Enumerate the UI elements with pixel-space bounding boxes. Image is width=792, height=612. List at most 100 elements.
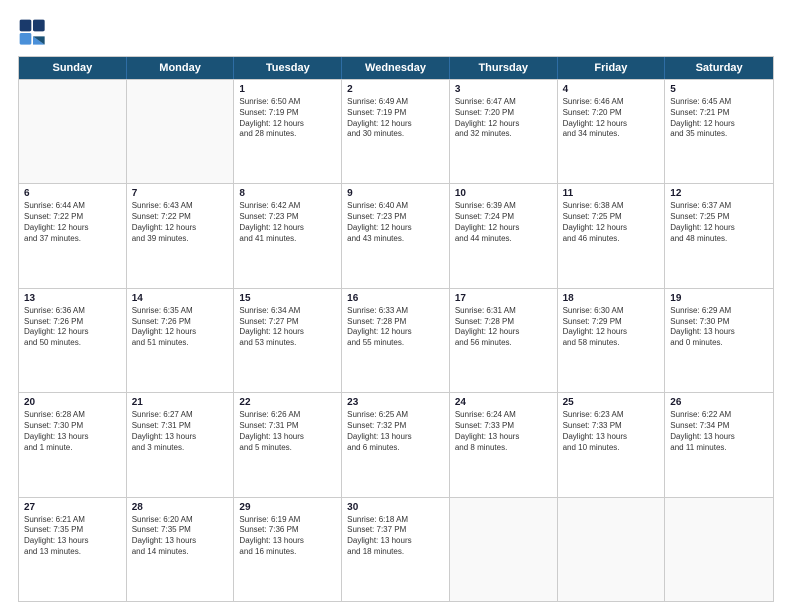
day-info: Sunrise: 6:37 AM Sunset: 7:25 PM Dayligh… bbox=[670, 201, 768, 244]
day-number: 26 bbox=[670, 397, 768, 408]
page: SundayMondayTuesdayWednesdayThursdayFrid… bbox=[0, 0, 792, 612]
day-number: 3 bbox=[455, 84, 552, 95]
day-header-thursday: Thursday bbox=[450, 57, 558, 79]
day-cell-14: 14 Sunrise: 6:35 AM Sunset: 7:26 PM Dayli… bbox=[127, 289, 235, 392]
empty-cell bbox=[665, 498, 773, 601]
day-cell-3: 3 Sunrise: 6:47 AM Sunset: 7:20 PM Daylig… bbox=[450, 80, 558, 183]
day-info: Sunrise: 6:40 AM Sunset: 7:23 PM Dayligh… bbox=[347, 201, 444, 244]
calendar-week-3: 13 Sunrise: 6:36 AM Sunset: 7:26 PM Dayli… bbox=[19, 288, 773, 392]
day-number: 22 bbox=[239, 397, 336, 408]
day-number: 14 bbox=[132, 293, 229, 304]
day-number: 17 bbox=[455, 293, 552, 304]
day-header-wednesday: Wednesday bbox=[342, 57, 450, 79]
day-number: 12 bbox=[670, 188, 768, 199]
day-cell-29: 29 Sunrise: 6:19 AM Sunset: 7:36 PM Dayli… bbox=[234, 498, 342, 601]
day-info: Sunrise: 6:39 AM Sunset: 7:24 PM Dayligh… bbox=[455, 201, 552, 244]
day-cell-5: 5 Sunrise: 6:45 AM Sunset: 7:21 PM Daylig… bbox=[665, 80, 773, 183]
calendar-header: SundayMondayTuesdayWednesdayThursdayFrid… bbox=[19, 57, 773, 79]
day-info: Sunrise: 6:36 AM Sunset: 7:26 PM Dayligh… bbox=[24, 306, 121, 349]
calendar-week-4: 20 Sunrise: 6:28 AM Sunset: 7:30 PM Dayli… bbox=[19, 392, 773, 496]
day-cell-21: 21 Sunrise: 6:27 AM Sunset: 7:31 PM Dayli… bbox=[127, 393, 235, 496]
day-cell-28: 28 Sunrise: 6:20 AM Sunset: 7:35 PM Dayli… bbox=[127, 498, 235, 601]
day-number: 1 bbox=[239, 84, 336, 95]
day-info: Sunrise: 6:24 AM Sunset: 7:33 PM Dayligh… bbox=[455, 410, 552, 453]
day-cell-26: 26 Sunrise: 6:22 AM Sunset: 7:34 PM Dayli… bbox=[665, 393, 773, 496]
day-number: 6 bbox=[24, 188, 121, 199]
day-number: 9 bbox=[347, 188, 444, 199]
empty-cell bbox=[127, 80, 235, 183]
day-info: Sunrise: 6:31 AM Sunset: 7:28 PM Dayligh… bbox=[455, 306, 552, 349]
day-number: 30 bbox=[347, 502, 444, 513]
day-number: 25 bbox=[563, 397, 660, 408]
day-info: Sunrise: 6:34 AM Sunset: 7:27 PM Dayligh… bbox=[239, 306, 336, 349]
day-number: 2 bbox=[347, 84, 444, 95]
day-cell-30: 30 Sunrise: 6:18 AM Sunset: 7:37 PM Dayli… bbox=[342, 498, 450, 601]
day-header-saturday: Saturday bbox=[665, 57, 773, 79]
empty-cell bbox=[558, 498, 666, 601]
day-cell-18: 18 Sunrise: 6:30 AM Sunset: 7:29 PM Dayli… bbox=[558, 289, 666, 392]
day-cell-9: 9 Sunrise: 6:40 AM Sunset: 7:23 PM Daylig… bbox=[342, 184, 450, 287]
day-info: Sunrise: 6:23 AM Sunset: 7:33 PM Dayligh… bbox=[563, 410, 660, 453]
day-header-monday: Monday bbox=[127, 57, 235, 79]
day-cell-13: 13 Sunrise: 6:36 AM Sunset: 7:26 PM Dayli… bbox=[19, 289, 127, 392]
day-cell-27: 27Sunrise: 6:21 AM Sunset: 7:35 PM Dayli… bbox=[19, 498, 127, 601]
day-info: Sunrise: 6:18 AM Sunset: 7:37 PM Dayligh… bbox=[347, 515, 444, 558]
day-info: Sunrise: 6:49 AM Sunset: 7:19 PM Dayligh… bbox=[347, 97, 444, 140]
day-cell-15: 15 Sunrise: 6:34 AM Sunset: 7:27 PM Dayli… bbox=[234, 289, 342, 392]
logo-icon bbox=[18, 18, 48, 48]
day-number: 18 bbox=[563, 293, 660, 304]
day-header-sunday: Sunday bbox=[19, 57, 127, 79]
day-info: Sunrise: 6:33 AM Sunset: 7:28 PM Dayligh… bbox=[347, 306, 444, 349]
day-number: 8 bbox=[239, 188, 336, 199]
header bbox=[18, 18, 774, 48]
day-number: 27 bbox=[24, 502, 121, 513]
day-info: Sunrise: 6:27 AM Sunset: 7:31 PM Dayligh… bbox=[132, 410, 229, 453]
calendar-week-2: 6 Sunrise: 6:44 AM Sunset: 7:22 PM Daylig… bbox=[19, 183, 773, 287]
day-info: Sunrise: 6:38 AM Sunset: 7:25 PM Dayligh… bbox=[563, 201, 660, 244]
empty-cell bbox=[19, 80, 127, 183]
day-cell-6: 6 Sunrise: 6:44 AM Sunset: 7:22 PM Daylig… bbox=[19, 184, 127, 287]
calendar-week-5: 27Sunrise: 6:21 AM Sunset: 7:35 PM Dayli… bbox=[19, 497, 773, 601]
day-number: 4 bbox=[563, 84, 660, 95]
day-info: Sunrise: 6:19 AM Sunset: 7:36 PM Dayligh… bbox=[239, 515, 336, 558]
day-cell-12: 12 Sunrise: 6:37 AM Sunset: 7:25 PM Dayli… bbox=[665, 184, 773, 287]
day-info: Sunrise: 6:30 AM Sunset: 7:29 PM Dayligh… bbox=[563, 306, 660, 349]
day-number: 15 bbox=[239, 293, 336, 304]
day-number: 7 bbox=[132, 188, 229, 199]
day-info: Sunrise: 6:46 AM Sunset: 7:20 PM Dayligh… bbox=[563, 97, 660, 140]
day-cell-7: 7 Sunrise: 6:43 AM Sunset: 7:22 PM Daylig… bbox=[127, 184, 235, 287]
day-info: Sunrise: 6:47 AM Sunset: 7:20 PM Dayligh… bbox=[455, 97, 552, 140]
day-info: Sunrise: 6:25 AM Sunset: 7:32 PM Dayligh… bbox=[347, 410, 444, 453]
day-info: Sunrise: 6:22 AM Sunset: 7:34 PM Dayligh… bbox=[670, 410, 768, 453]
day-number: 29 bbox=[239, 502, 336, 513]
calendar-body: 1Sunrise: 6:50 AM Sunset: 7:19 PM Daylig… bbox=[19, 79, 773, 601]
day-info: Sunrise: 6:28 AM Sunset: 7:30 PM Dayligh… bbox=[24, 410, 121, 453]
day-cell-25: 25 Sunrise: 6:23 AM Sunset: 7:33 PM Dayli… bbox=[558, 393, 666, 496]
day-number: 21 bbox=[132, 397, 229, 408]
day-info: Sunrise: 6:44 AM Sunset: 7:22 PM Dayligh… bbox=[24, 201, 121, 244]
day-number: 5 bbox=[670, 84, 768, 95]
logo bbox=[18, 18, 52, 48]
day-info: Sunrise: 6:26 AM Sunset: 7:31 PM Dayligh… bbox=[239, 410, 336, 453]
day-cell-10: 10 Sunrise: 6:39 AM Sunset: 7:24 PM Dayli… bbox=[450, 184, 558, 287]
day-number: 10 bbox=[455, 188, 552, 199]
day-number: 20 bbox=[24, 397, 121, 408]
day-number: 16 bbox=[347, 293, 444, 304]
day-info: Sunrise: 6:42 AM Sunset: 7:23 PM Dayligh… bbox=[239, 201, 336, 244]
day-cell-4: 4 Sunrise: 6:46 AM Sunset: 7:20 PM Daylig… bbox=[558, 80, 666, 183]
empty-cell bbox=[450, 498, 558, 601]
day-cell-22: 22 Sunrise: 6:26 AM Sunset: 7:31 PM Dayli… bbox=[234, 393, 342, 496]
day-number: 23 bbox=[347, 397, 444, 408]
day-info: Sunrise: 6:43 AM Sunset: 7:22 PM Dayligh… bbox=[132, 201, 229, 244]
day-info: Sunrise: 6:29 AM Sunset: 7:30 PM Dayligh… bbox=[670, 306, 768, 349]
day-cell-20: 20 Sunrise: 6:28 AM Sunset: 7:30 PM Dayli… bbox=[19, 393, 127, 496]
day-info: Sunrise: 6:45 AM Sunset: 7:21 PM Dayligh… bbox=[670, 97, 768, 140]
day-number: 19 bbox=[670, 293, 768, 304]
day-cell-17: 17 Sunrise: 6:31 AM Sunset: 7:28 PM Dayli… bbox=[450, 289, 558, 392]
day-info: Sunrise: 6:20 AM Sunset: 7:35 PM Dayligh… bbox=[132, 515, 229, 558]
day-number: 13 bbox=[24, 293, 121, 304]
day-cell-8: 8 Sunrise: 6:42 AM Sunset: 7:23 PM Daylig… bbox=[234, 184, 342, 287]
day-number: 24 bbox=[455, 397, 552, 408]
day-info: Sunrise: 6:35 AM Sunset: 7:26 PM Dayligh… bbox=[132, 306, 229, 349]
day-number: 28 bbox=[132, 502, 229, 513]
